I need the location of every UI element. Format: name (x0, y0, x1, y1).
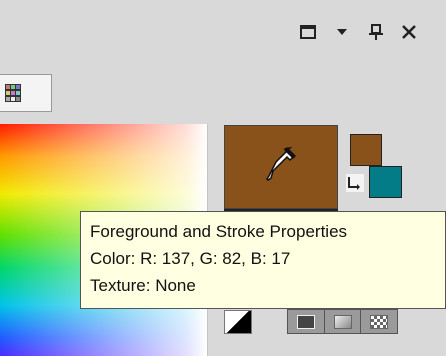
gradient-icon (333, 314, 352, 329)
pin-icon[interactable] (364, 20, 388, 44)
foreground-stroke-swatch[interactable] (224, 125, 338, 209)
palette-mode-button[interactable] (0, 74, 52, 112)
color-tooltip: Foreground and Stroke Properties Color: … (80, 211, 446, 309)
fill-mode-group (287, 309, 398, 334)
dropdown-arrow-icon[interactable] (330, 20, 354, 44)
tooltip-color: Color: R: 137, G: 82, B: 17 (90, 249, 291, 268)
tooltip-title: Foreground and Stroke Properties (90, 222, 348, 241)
swap-colors-icon[interactable] (346, 174, 364, 192)
palette-grid-icon (5, 84, 21, 102)
eyedropper-icon (266, 146, 296, 181)
solid-color-button[interactable] (288, 310, 325, 333)
solid-color-icon (296, 314, 315, 329)
gradient-button[interactable] (325, 310, 362, 333)
materials-palette: Foreground and Stroke Properties Color: … (0, 0, 446, 356)
pattern-icon (370, 314, 389, 329)
tooltip-texture: Texture: None (90, 276, 196, 295)
black-white-icon[interactable] (224, 310, 252, 334)
pattern-button[interactable] (361, 310, 397, 333)
background-color-box[interactable] (369, 166, 402, 198)
foreground-color-box[interactable] (350, 134, 382, 166)
palette-titlebar (0, 0, 446, 66)
close-icon[interactable] (397, 20, 421, 44)
restore-icon[interactable] (296, 20, 320, 44)
